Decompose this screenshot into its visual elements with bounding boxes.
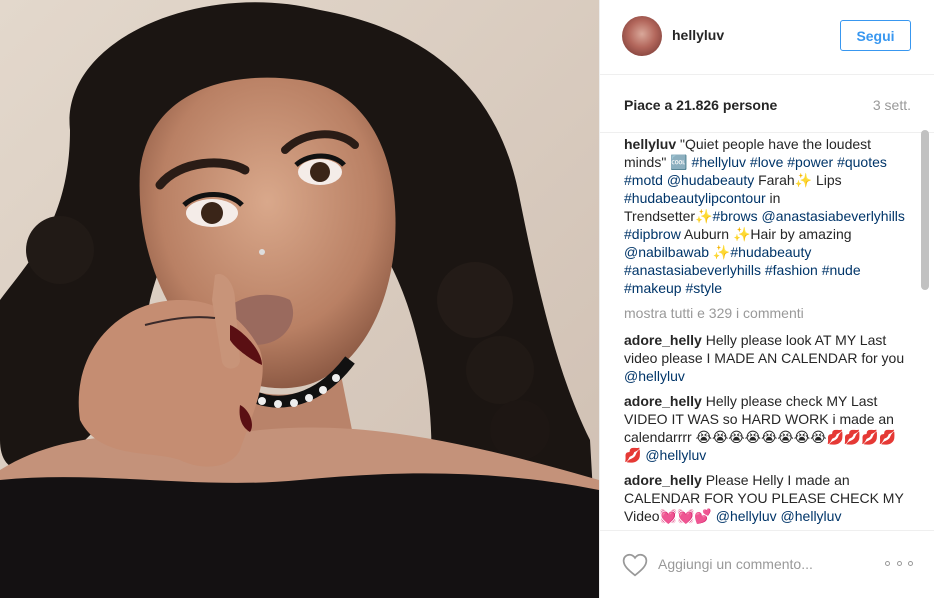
- dot: [885, 560, 890, 566]
- hashtag-link[interactable]: #nude: [822, 262, 861, 278]
- comment-username[interactable]: adore_helly: [624, 332, 702, 348]
- hashtag-link[interactable]: @hellyluv: [624, 368, 685, 384]
- hashtag-link[interactable]: #love: [750, 154, 783, 170]
- comment-username[interactable]: adore_helly: [624, 393, 702, 409]
- avatar[interactable]: [622, 16, 662, 56]
- comment-text: ✨: [709, 244, 731, 260]
- dot: [908, 560, 913, 566]
- follow-button[interactable]: Segui: [840, 20, 911, 51]
- comment-username[interactable]: adore_helly: [624, 472, 702, 488]
- hashtag-link[interactable]: #makeup: [624, 280, 682, 296]
- hashtag-link[interactable]: #power: [787, 154, 833, 170]
- hashtag-link[interactable]: @hellyluv: [645, 447, 706, 463]
- caption-text: "Quiet people have the loudest minds" 🆒 …: [624, 136, 905, 296]
- comment-item: adore_helly Helly please look AT MY Last…: [624, 331, 909, 385]
- comments-list[interactable]: hellyluv "Quiet people have the loudest …: [600, 133, 934, 530]
- hashtag-link[interactable]: @anastasiabeverlyhills: [762, 208, 905, 224]
- hashtag-link[interactable]: #hudabeauty: [730, 244, 811, 260]
- hashtag-link[interactable]: @nabilbawab: [624, 244, 709, 260]
- post-details-panel: hellyluv Segui Piace a 21.826 persone 3 …: [599, 0, 934, 598]
- likes-count[interactable]: Piace a 21.826 persone: [624, 97, 777, 113]
- view-all-comments-link[interactable]: mostra tutti e 329 i commenti: [624, 304, 909, 322]
- hashtag-link[interactable]: #anastasiabeverlyhills: [624, 262, 761, 278]
- comments-content: hellyluv "Quiet people have the loudest …: [624, 135, 909, 530]
- hashtag-link[interactable]: #hellyluv: [692, 154, 746, 170]
- comment-text: Auburn ✨Hair by amazing: [680, 226, 852, 242]
- hashtag-link[interactable]: #fashion: [765, 262, 818, 278]
- hashtag-link[interactable]: #style: [685, 280, 722, 296]
- hashtag-link[interactable]: #quotes: [837, 154, 887, 170]
- hashtag-link[interactable]: @hellyluv: [716, 508, 777, 524]
- post-timestamp[interactable]: 3 sett.: [873, 97, 911, 113]
- post-photo[interactable]: [0, 0, 599, 598]
- dot: [896, 560, 902, 566]
- post-header: hellyluv Segui: [600, 0, 934, 75]
- caption: hellyluv "Quiet people have the loudest …: [624, 135, 909, 297]
- comment-item: adore_helly Helly please check MY Last V…: [624, 392, 909, 464]
- add-comment-input[interactable]: [658, 553, 868, 575]
- hashtag-link[interactable]: @hellyluv: [781, 508, 842, 524]
- comment-footer: [600, 530, 934, 598]
- hashtag-link[interactable]: #hudabeautylipcontour: [624, 190, 766, 206]
- comment-text: Farah✨ Lips: [754, 172, 842, 188]
- heart-outline-icon[interactable]: [622, 553, 648, 577]
- post-username[interactable]: hellyluv: [672, 27, 724, 43]
- caption-username[interactable]: hellyluv: [624, 136, 676, 152]
- comment-item: adore_helly Please Helly I made an CALEN…: [624, 471, 909, 525]
- more-options-icon[interactable]: [885, 555, 913, 571]
- hashtag-link[interactable]: #brows: [713, 208, 758, 224]
- likes-row: Piace a 21.826 persone 3 sett.: [600, 75, 934, 133]
- post-image: [0, 0, 599, 598]
- comment-thread: adore_helly Helly please look AT MY Last…: [624, 331, 909, 525]
- comments-scrollbar-thumb[interactable]: [921, 130, 929, 290]
- hashtag-link[interactable]: #dipbrow: [624, 226, 681, 242]
- hashtag-link[interactable]: @hudabeauty: [667, 172, 754, 188]
- hashtag-link[interactable]: #motd: [624, 172, 663, 188]
